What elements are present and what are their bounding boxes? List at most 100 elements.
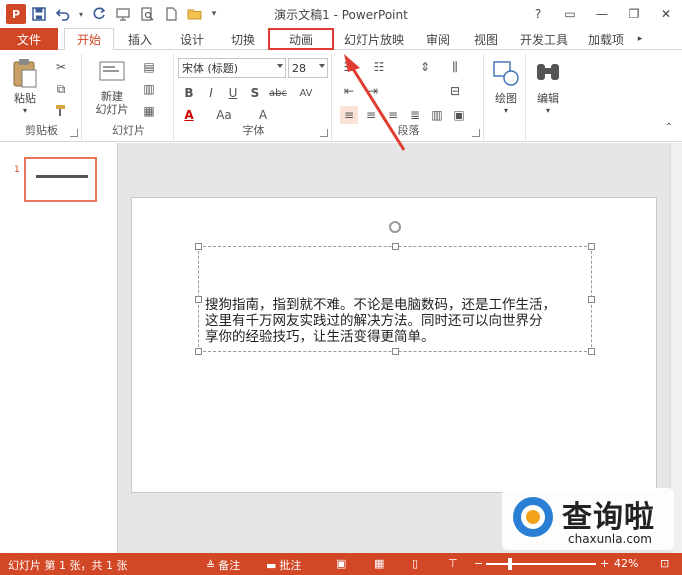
resize-handle-left[interactable] (195, 296, 202, 303)
shadow-button[interactable]: S (246, 84, 264, 102)
tab-add-ins[interactable]: 加载项 (578, 28, 634, 50)
resize-handle-bottom-left[interactable] (195, 348, 202, 355)
tab-file[interactable]: 文件 (0, 28, 58, 50)
resize-handle-bottom[interactable] (392, 348, 399, 355)
ribbon: 粘贴 ▾ ✂ ⧉ 剪贴板 新建 幻灯片 ▤ ▥ ▦ 幻灯片 宋体 (标题) 28… (0, 50, 682, 142)
minimize-button[interactable]: — (586, 0, 618, 28)
bullets-icon[interactable]: ☰ (340, 58, 358, 76)
tab-design[interactable]: 设计 (166, 28, 218, 50)
drawing-label: 绘图 (495, 92, 517, 105)
cut-icon[interactable]: ✂ (52, 58, 70, 76)
editing-label: 编辑 (537, 92, 559, 105)
italic-button[interactable]: I (202, 84, 220, 102)
customize-qat-icon[interactable]: ▾ (208, 3, 220, 25)
undo-icon[interactable] (52, 3, 74, 25)
open-folder-icon[interactable] (184, 3, 206, 25)
tab-slide-show[interactable]: 幻灯片放映 (334, 28, 414, 50)
slide-sorter-view-icon[interactable]: ▦ (374, 557, 384, 570)
zoom-out-icon[interactable]: − (474, 557, 483, 570)
decrease-indent-icon[interactable]: ⇤ (340, 82, 358, 100)
resize-handle-bottom-right[interactable] (588, 348, 595, 355)
normal-view-icon[interactable]: ▣ (336, 557, 346, 570)
slide-canvas[interactable]: 搜狗指南，指到就不难。不论是电脑数码，还是工作生活， 这里有千万网友实践过的解决… (131, 197, 657, 493)
tab-animations[interactable]: 动画 (268, 28, 334, 50)
clipboard-group: 粘贴 ▾ ✂ ⧉ 剪贴板 (2, 54, 82, 140)
print-preview-icon[interactable] (136, 3, 158, 25)
editing-button[interactable]: 编辑 ▾ (530, 58, 566, 115)
font-size-select[interactable]: 28 (288, 58, 328, 78)
line-spacing-icon[interactable]: ⇕ (416, 58, 434, 76)
undo-dropdown-icon[interactable]: ▾ (76, 3, 86, 25)
tabs-scroll-right-icon[interactable]: ▸ (634, 28, 646, 50)
comments-button[interactable]: ▬ 批注 (266, 557, 301, 573)
powerpoint-logo-icon: P (6, 4, 26, 24)
copy-icon[interactable]: ⧉ (52, 80, 70, 98)
start-presentation-icon[interactable] (112, 3, 134, 25)
tab-insert[interactable]: 插入 (114, 28, 166, 50)
collapse-ribbon-icon[interactable]: ⌃ (660, 118, 678, 136)
zoom-slider-thumb[interactable] (508, 558, 512, 570)
align-text-icon[interactable]: ⊟ (446, 82, 464, 100)
new-file-icon[interactable] (160, 3, 182, 25)
tab-transitions[interactable]: 切换 (218, 28, 268, 50)
help-button[interactable]: ? (522, 0, 554, 28)
slides-group-label: 幻灯片 (112, 124, 145, 137)
rotate-handle-icon[interactable] (389, 221, 401, 233)
drawing-group: 绘图 ▾ (486, 54, 526, 140)
slide-thumbnail-pane: 1 (0, 143, 118, 553)
reading-view-icon[interactable]: ▯ (412, 557, 418, 570)
reset-icon[interactable]: ▥ (140, 80, 158, 98)
slide-show-view-icon[interactable]: ⊤ (448, 557, 458, 570)
slide-thumbnail[interactable] (24, 157, 97, 202)
underline-button[interactable]: U (224, 84, 242, 102)
bold-button[interactable]: B (180, 84, 198, 102)
slide-thumbnail-text-preview (36, 175, 88, 178)
restore-button[interactable]: ❐ (618, 0, 650, 28)
paste-button[interactable]: 粘贴 ▾ (8, 58, 42, 115)
paragraph-launcher-icon[interactable] (472, 129, 480, 137)
fit-slide-icon[interactable]: ⊡ (660, 557, 669, 570)
resize-handle-right[interactable] (588, 296, 595, 303)
zoom-level[interactable]: 42% (614, 557, 638, 570)
format-painter-icon[interactable] (52, 102, 70, 120)
close-button[interactable]: ✕ (650, 0, 682, 28)
ribbon-tabs: 文件 开始 插入 设计 切换 动画 幻灯片放映 审阅 视图 开发工具 加载项 ▸ (0, 28, 682, 51)
title-bar: P ▾ ▾ 演示文稿1 - PowerPoint ? ▭ — ❐ ✕ (0, 0, 682, 28)
drawing-button[interactable]: 绘图 ▾ (488, 58, 524, 115)
notes-button[interactable]: ≜ 备注 (206, 557, 240, 573)
tab-home[interactable]: 开始 (64, 28, 114, 51)
new-slide-button[interactable]: 新建 幻灯片 (90, 58, 134, 116)
tab-developer[interactable]: 开发工具 (510, 28, 578, 50)
paste-dropdown-icon[interactable]: ▾ (23, 106, 27, 115)
editing-dropdown-icon[interactable]: ▾ (546, 106, 550, 115)
increase-indent-icon[interactable]: ⇥ (364, 82, 382, 100)
layout-icon[interactable]: ▤ (140, 58, 158, 76)
ribbon-display-options-button[interactable]: ▭ (554, 0, 586, 28)
section-icon[interactable]: ▦ (140, 102, 158, 120)
tab-view[interactable]: 视图 (462, 28, 510, 50)
new-slide-label: 新建 幻灯片 (95, 90, 129, 116)
resize-handle-top-left[interactable] (195, 243, 202, 250)
tab-review[interactable]: 审阅 (414, 28, 462, 50)
zoom-slider-track[interactable] (486, 563, 596, 565)
watermark-brand: 查询啦 (562, 500, 655, 535)
drawing-dropdown-icon[interactable]: ▾ (504, 106, 508, 115)
clipboard-launcher-icon[interactable] (70, 129, 78, 137)
character-spacing-button[interactable]: AV (294, 84, 318, 102)
redo-icon[interactable] (88, 3, 110, 25)
slide-body-text[interactable]: 搜狗指南，指到就不难。不论是电脑数码，还是工作生活， 这里有千万网友实践过的解决… (205, 297, 589, 345)
numbering-icon[interactable]: ☷ (370, 58, 388, 76)
resize-handle-top[interactable] (392, 243, 399, 250)
font-name-select[interactable]: 宋体 (标题) (178, 58, 286, 78)
slide-text-box[interactable]: 搜狗指南，指到就不难。不论是电脑数码，还是工作生活， 这里有千万网友实践过的解决… (195, 221, 595, 355)
text-direction-icon[interactable]: ⫼ (446, 58, 464, 76)
strikethrough-button[interactable]: abc (266, 84, 290, 102)
resize-handle-top-right[interactable] (588, 243, 595, 250)
zoom-in-icon[interactable]: + (600, 557, 609, 570)
font-name-value: 宋体 (标题) (182, 62, 239, 75)
binoculars-icon (537, 64, 559, 80)
comments-icon: ▬ (266, 558, 277, 572)
slide-body-line-1: 搜狗指南，指到就不难。不论是电脑数码，还是工作生活， (205, 297, 556, 313)
save-icon[interactable] (28, 3, 50, 25)
font-launcher-icon[interactable] (320, 129, 328, 137)
